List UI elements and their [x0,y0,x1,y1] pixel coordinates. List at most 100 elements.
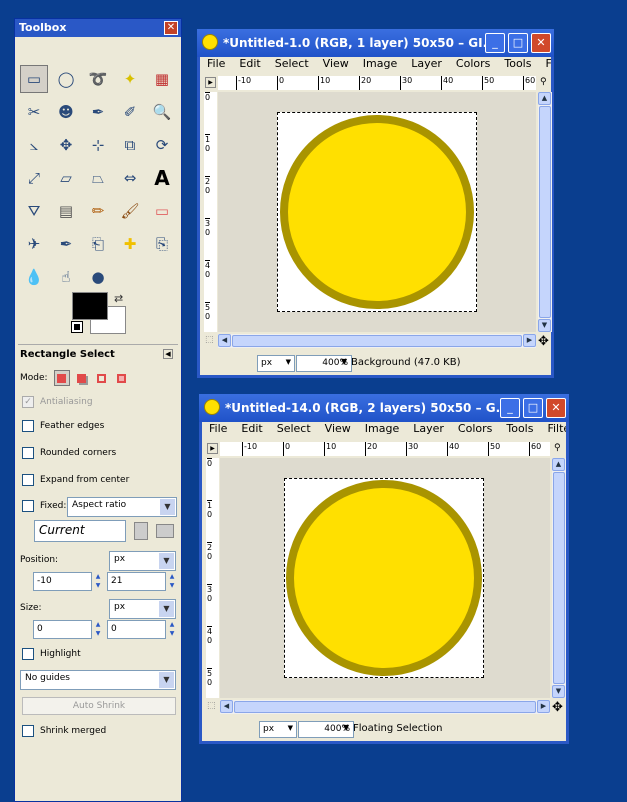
bucket-fill-tool-button[interactable]: ⛛ [20,197,48,225]
text-tool-button[interactable]: A [148,164,176,192]
menu-edit[interactable]: Edit [239,57,260,75]
crop-tool-button[interactable]: ⧉ [116,131,144,159]
move-tool-button[interactable]: ✥ [52,131,80,159]
menu-view[interactable]: View [325,422,351,440]
zoom-icon[interactable]: ⚲ [554,443,561,453]
navigate-icon[interactable]: ✥ [552,700,563,715]
expand-from-center-checkbox[interactable] [22,474,34,486]
aspect-ratio-field[interactable]: Current [34,520,126,542]
rotate-tool-button[interactable]: ⟳ [148,131,176,159]
position-x-spinner[interactable]: ▲ ▼ [93,572,103,591]
perspective-clone-tool-button[interactable]: ⎘ [148,230,176,258]
close-button[interactable]: ✕ [531,33,551,53]
collapse-arrow-icon[interactable]: ◀ [163,349,173,359]
menu-arrow-icon[interactable]: ▶ [207,443,218,454]
auto-shrink-button[interactable]: Auto Shrink [22,697,176,715]
mode-intersect-button[interactable] [114,370,130,386]
position-y-spinner[interactable]: ▲ ▼ [167,572,177,591]
menu-select[interactable]: Select [277,422,311,440]
airbrush-tool-button[interactable]: ✈ [20,230,48,258]
size-w-input[interactable]: 0 [33,620,92,639]
dodge-burn-tool-button[interactable]: ● [84,263,112,291]
horizontal-scrollbar[interactable]: ◀ ▶ [218,334,536,348]
shear-tool-button[interactable]: ▱ [52,164,80,192]
horizontal-scroll-thumb[interactable] [232,335,522,347]
highlight-checkbox[interactable] [22,648,34,660]
scroll-right-button[interactable]: ▶ [523,334,536,347]
measure-tool-button[interactable]: ⦣ [20,131,48,159]
menu-file[interactable]: File [209,422,227,440]
select-by-color-tool-button[interactable]: ▦ [148,65,176,93]
default-colors-icon[interactable] [71,321,83,333]
menu-filters[interactable]: Filters [547,422,566,440]
vertical-scrollbar[interactable]: ▲ ▼ [552,458,566,698]
minimize-button[interactable]: _ [500,398,520,418]
scroll-down-button[interactable]: ▼ [552,685,565,698]
menu-layer[interactable]: Layer [413,422,444,440]
toolbox-titlebar[interactable]: Toolbox [15,19,181,37]
canvas-area[interactable] [218,92,536,332]
vertical-scroll-thumb[interactable] [553,472,565,684]
scroll-up-button[interactable]: ▲ [538,92,551,105]
scroll-down-button[interactable]: ▼ [538,319,551,332]
scroll-left-button[interactable]: ◀ [220,700,233,713]
quick-mask-icon[interactable]: ⬚ [207,701,216,711]
size-w-spinner[interactable]: ▲ ▼ [93,620,103,639]
size-unit-select[interactable]: px ▼ [109,599,176,619]
align-tool-button[interactable]: ⊹ [84,131,112,159]
vertical-scrollbar[interactable]: ▲ ▼ [538,92,552,332]
size-h-spinner[interactable]: ▲ ▼ [167,620,177,639]
mode-replace-button[interactable] [53,370,70,386]
paintbrush-tool-button[interactable]: 🖌 [116,197,144,225]
mode-subtract-button[interactable] [94,370,110,386]
scroll-right-button[interactable]: ▶ [537,700,550,713]
minimize-button[interactable]: _ [485,33,505,53]
canvas-area[interactable] [220,458,550,698]
clone-tool-button[interactable]: ⎗ [84,230,112,258]
foreground-select-tool-button[interactable]: ☻ [52,98,80,126]
close-button[interactable]: ✕ [546,398,566,418]
menu-tools[interactable]: Tools [506,422,533,440]
navigate-icon[interactable]: ✥ [538,334,549,349]
feather-edges-checkbox[interactable] [22,420,34,432]
smudge-tool-button[interactable]: ☝ [52,263,80,291]
close-button[interactable]: ✕ [164,21,178,35]
position-unit-select[interactable]: px ▼ [109,551,176,571]
guides-select[interactable]: No guides ▼ [20,670,176,690]
maximize-button[interactable]: □ [523,398,543,418]
scissors-tool-button[interactable]: ✂ [20,98,48,126]
menu-image[interactable]: Image [363,57,397,75]
scroll-left-button[interactable]: ◀ [218,334,231,347]
menu-tools[interactable]: Tools [504,57,531,75]
scale-tool-button[interactable]: ⤢ [20,164,48,192]
perspective-tool-button[interactable]: ⏢ [84,164,112,192]
unit-select[interactable]: px ▼ [257,355,295,372]
swap-colors-icon[interactable]: ⇄ [114,292,123,305]
menu-select[interactable]: Select [275,57,309,75]
horizontal-scroll-thumb[interactable] [234,701,536,713]
paths-tool-button[interactable]: ✒ [84,98,112,126]
menu-colors[interactable]: Colors [458,422,492,440]
unit-select[interactable]: px ▼ [259,721,297,738]
blur-tool-button[interactable]: 💧 [20,263,48,291]
menu-view[interactable]: View [323,57,349,75]
mode-add-button[interactable] [74,370,90,386]
menu-filters[interactable]: Filters [545,57,551,75]
pencil-tool-button[interactable]: ✏ [84,197,112,225]
free-select-tool-button[interactable]: ➰ [84,65,112,93]
vertical-scroll-thumb[interactable] [539,106,551,318]
rounded-corners-checkbox[interactable] [22,447,34,459]
color-picker-tool-button[interactable]: ✐ [116,98,144,126]
shrink-merged-checkbox[interactable] [22,725,34,737]
menu-arrow-icon[interactable]: ▶ [205,77,216,88]
menu-layer[interactable]: Layer [411,57,442,75]
menu-edit[interactable]: Edit [241,422,262,440]
blend-tool-button[interactable]: ▤ [52,197,80,225]
chevron-down-icon[interactable]: ▼ [343,723,349,732]
position-y-input[interactable]: 21 [107,572,166,591]
fuzzy-select-tool-button[interactable]: ✦ [116,65,144,93]
fixed-mode-select[interactable]: Aspect ratio ▼ [67,497,177,517]
foreground-color-swatch-top[interactable] [72,292,108,320]
ink-tool-button[interactable]: ✒ [52,230,80,258]
antialiasing-checkbox[interactable]: ✓ [22,396,34,408]
